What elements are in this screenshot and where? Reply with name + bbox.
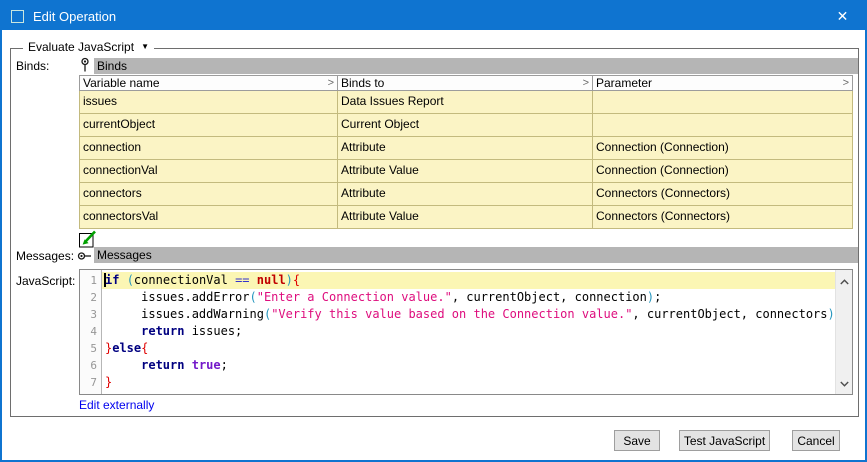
table-cell-parameter: Connectors (Connectors) (593, 183, 853, 206)
table-cell-variable: currentObject (80, 114, 338, 137)
table-cell-binds_to: Attribute Value (338, 160, 593, 183)
table-row[interactable]: currentObjectCurrent Object (80, 114, 853, 137)
javascript-editor[interactable]: 1234567 if (connectionVal == null){ issu… (79, 269, 853, 395)
sort-indicator-icon[interactable]: > (583, 77, 589, 89)
table-cell-variable: connection (80, 137, 338, 160)
table-cell-binds_to: Data Issues Report (338, 91, 593, 114)
line-number: 2 (80, 289, 101, 306)
editor-scrollbar[interactable] (835, 270, 852, 394)
code-line[interactable]: issues.addError("Enter a Connection valu… (102, 289, 835, 306)
line-number: 5 (80, 340, 101, 357)
table-cell-binds_to: Attribute Value (338, 206, 593, 229)
line-number: 7 (80, 374, 101, 391)
column-header-variable-name[interactable]: Variable name > (80, 76, 338, 90)
table-row[interactable]: connectionAttributeConnection (Connectio… (80, 137, 853, 160)
binds-section-bar[interactable]: Binds (94, 58, 858, 74)
messages-section-bar[interactable]: Messages (94, 247, 858, 263)
binds-key-icon (77, 57, 93, 76)
table-cell-variable: issues (80, 91, 338, 114)
binds-table: Variable name > Binds to > Parameter > i… (79, 75, 853, 229)
window-title: Edit Operation (33, 9, 116, 24)
code-line[interactable]: }else{ (102, 340, 835, 357)
messages-label: Messages: (16, 249, 74, 263)
messages-key-icon (77, 248, 93, 267)
table-cell-variable: connectionVal (80, 160, 338, 183)
table-row[interactable]: connectorsValAttribute ValueConnectors (… (80, 206, 853, 229)
binds-label: Binds: (16, 59, 49, 73)
scroll-up-icon[interactable] (840, 274, 849, 288)
table-cell-parameter (593, 91, 853, 114)
table-row[interactable]: connectorsAttributeConnectors (Connector… (80, 183, 853, 206)
table-cell-parameter: Connectors (Connectors) (593, 206, 853, 229)
sort-indicator-icon[interactable]: > (843, 77, 849, 89)
column-header-binds-to[interactable]: Binds to > (338, 76, 593, 90)
sort-indicator-icon[interactable]: > (328, 77, 334, 89)
table-cell-binds_to: Attribute (338, 183, 593, 206)
edit-operation-dialog: Edit Operation ✕ Evaluate JavaScript ▼ B… (0, 0, 867, 462)
code-line[interactable]: if (connectionVal == null){ (102, 272, 835, 289)
title-bar[interactable]: Edit Operation ✕ (2, 2, 865, 30)
table-cell-variable: connectors (80, 183, 338, 206)
editor-lines[interactable]: if (connectionVal == null){ issues.addEr… (102, 270, 835, 394)
javascript-label: JavaScript: (16, 274, 75, 288)
scroll-down-icon[interactable] (840, 376, 849, 390)
text-caret (104, 273, 106, 287)
line-number: 4 (80, 323, 101, 340)
test-javascript-button[interactable]: Test JavaScript (679, 430, 770, 451)
table-cell-binds_to: Attribute (338, 137, 593, 160)
line-number: 6 (80, 357, 101, 374)
table-cell-variable: connectorsVal (80, 206, 338, 229)
code-line[interactable]: return true; (102, 357, 835, 374)
line-number: 3 (80, 306, 101, 323)
binds-table-rows: issuesData Issues ReportcurrentObjectCur… (79, 91, 853, 229)
line-number: 1 (80, 272, 101, 289)
code-line[interactable]: issues.addWarning("Verify this value bas… (102, 306, 835, 323)
close-button[interactable]: ✕ (820, 2, 865, 30)
close-icon: ✕ (837, 8, 849, 25)
binds-table-header: Variable name > Binds to > Parameter > (79, 75, 853, 91)
table-row[interactable]: connectionValAttribute ValueConnection (… (80, 160, 853, 183)
cancel-button[interactable]: Cancel (792, 430, 840, 451)
dropdown-arrow-icon[interactable]: ▼ (141, 43, 149, 51)
edit-bind-icon[interactable] (79, 230, 97, 248)
table-row[interactable]: issuesData Issues Report (80, 91, 853, 114)
table-cell-parameter: Connection (Connection) (593, 160, 853, 183)
column-header-parameter[interactable]: Parameter > (593, 76, 852, 90)
code-line[interactable]: return issues; (102, 323, 835, 340)
group-legend[interactable]: Evaluate JavaScript ▼ (23, 40, 154, 54)
code-line[interactable]: } (102, 374, 835, 391)
table-cell-parameter: Connection (Connection) (593, 137, 853, 160)
messages-section-title: Messages (97, 248, 152, 262)
table-cell-binds_to: Current Object (338, 114, 593, 137)
save-button[interactable]: Save (614, 430, 660, 451)
editor-gutter: 1234567 (80, 270, 102, 394)
binds-section-title: Binds (97, 59, 127, 73)
group-legend-label: Evaluate JavaScript (28, 40, 134, 54)
edit-externally-link[interactable]: Edit externally (79, 398, 154, 412)
app-icon (11, 10, 24, 23)
table-cell-parameter (593, 114, 853, 137)
